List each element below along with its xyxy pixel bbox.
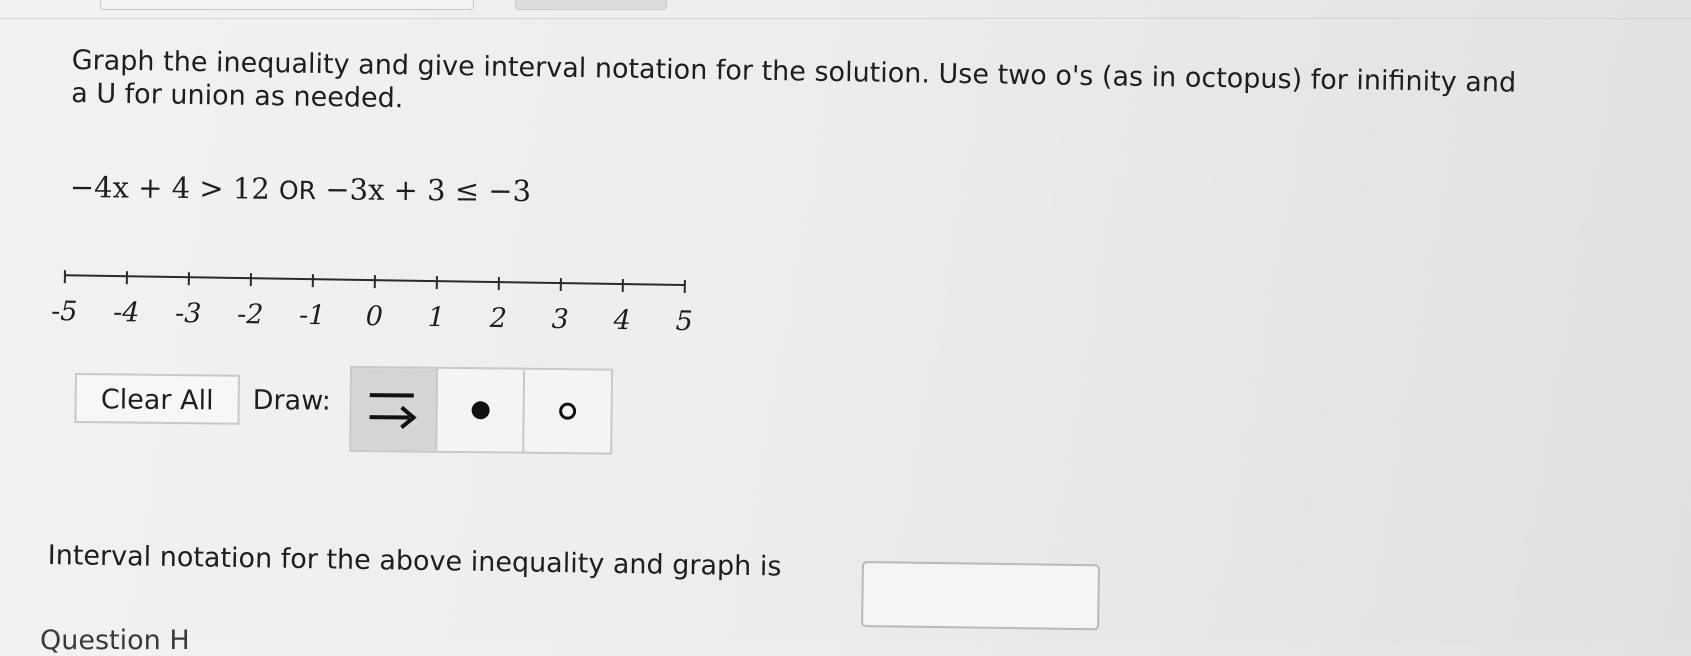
clear-all-button[interactable]: Clear All: [74, 373, 240, 425]
inequality-expression: −4x + 4 > 12 OR −3x + 3 ≤ −3: [70, 170, 531, 208]
number-line-label: -2: [237, 299, 264, 330]
number-line-label: 3: [551, 304, 569, 335]
draw-tool-group: [349, 366, 613, 455]
number-line-label: -1: [299, 300, 326, 331]
top-tab-left[interactable]: [100, 0, 474, 10]
interval-notation-label: Interval notation for the above inequali…: [48, 540, 782, 583]
open-dot-tool-button[interactable]: [524, 370, 611, 453]
open-circle-icon: [552, 396, 582, 426]
number-line-label: 1: [427, 302, 445, 333]
number-line-label: -4: [113, 297, 140, 328]
inequality-right: −3x + 3 ≤ −3: [325, 172, 531, 208]
number-line-label: -5: [51, 296, 78, 327]
number-line-label: 0: [365, 301, 383, 332]
inequality-or: OR: [279, 176, 316, 205]
number-line-graph[interactable]: -5 -4 -3 -2 -1 0 1 2 3 4 5: [49, 270, 770, 371]
ray-tool-button[interactable]: [351, 368, 438, 451]
interval-answer-input[interactable]: [861, 561, 1100, 630]
header-divider: [0, 18, 1691, 19]
number-line-label: -3: [175, 298, 202, 329]
number-line-label: 2: [488, 303, 507, 334]
filled-circle-icon: [465, 395, 495, 425]
inequality-left: −4x + 4 > 12: [70, 170, 270, 206]
question-prompt: Graph the inequality and give interval n…: [71, 44, 1672, 135]
top-tab-right[interactable]: [515, 0, 667, 10]
closed-dot-tool-button[interactable]: [438, 369, 525, 452]
number-line-label: 4: [612, 305, 631, 336]
number-line-label: 5: [675, 306, 693, 337]
draw-label: Draw:: [253, 385, 331, 417]
ray-arrow-icon: [364, 381, 425, 438]
